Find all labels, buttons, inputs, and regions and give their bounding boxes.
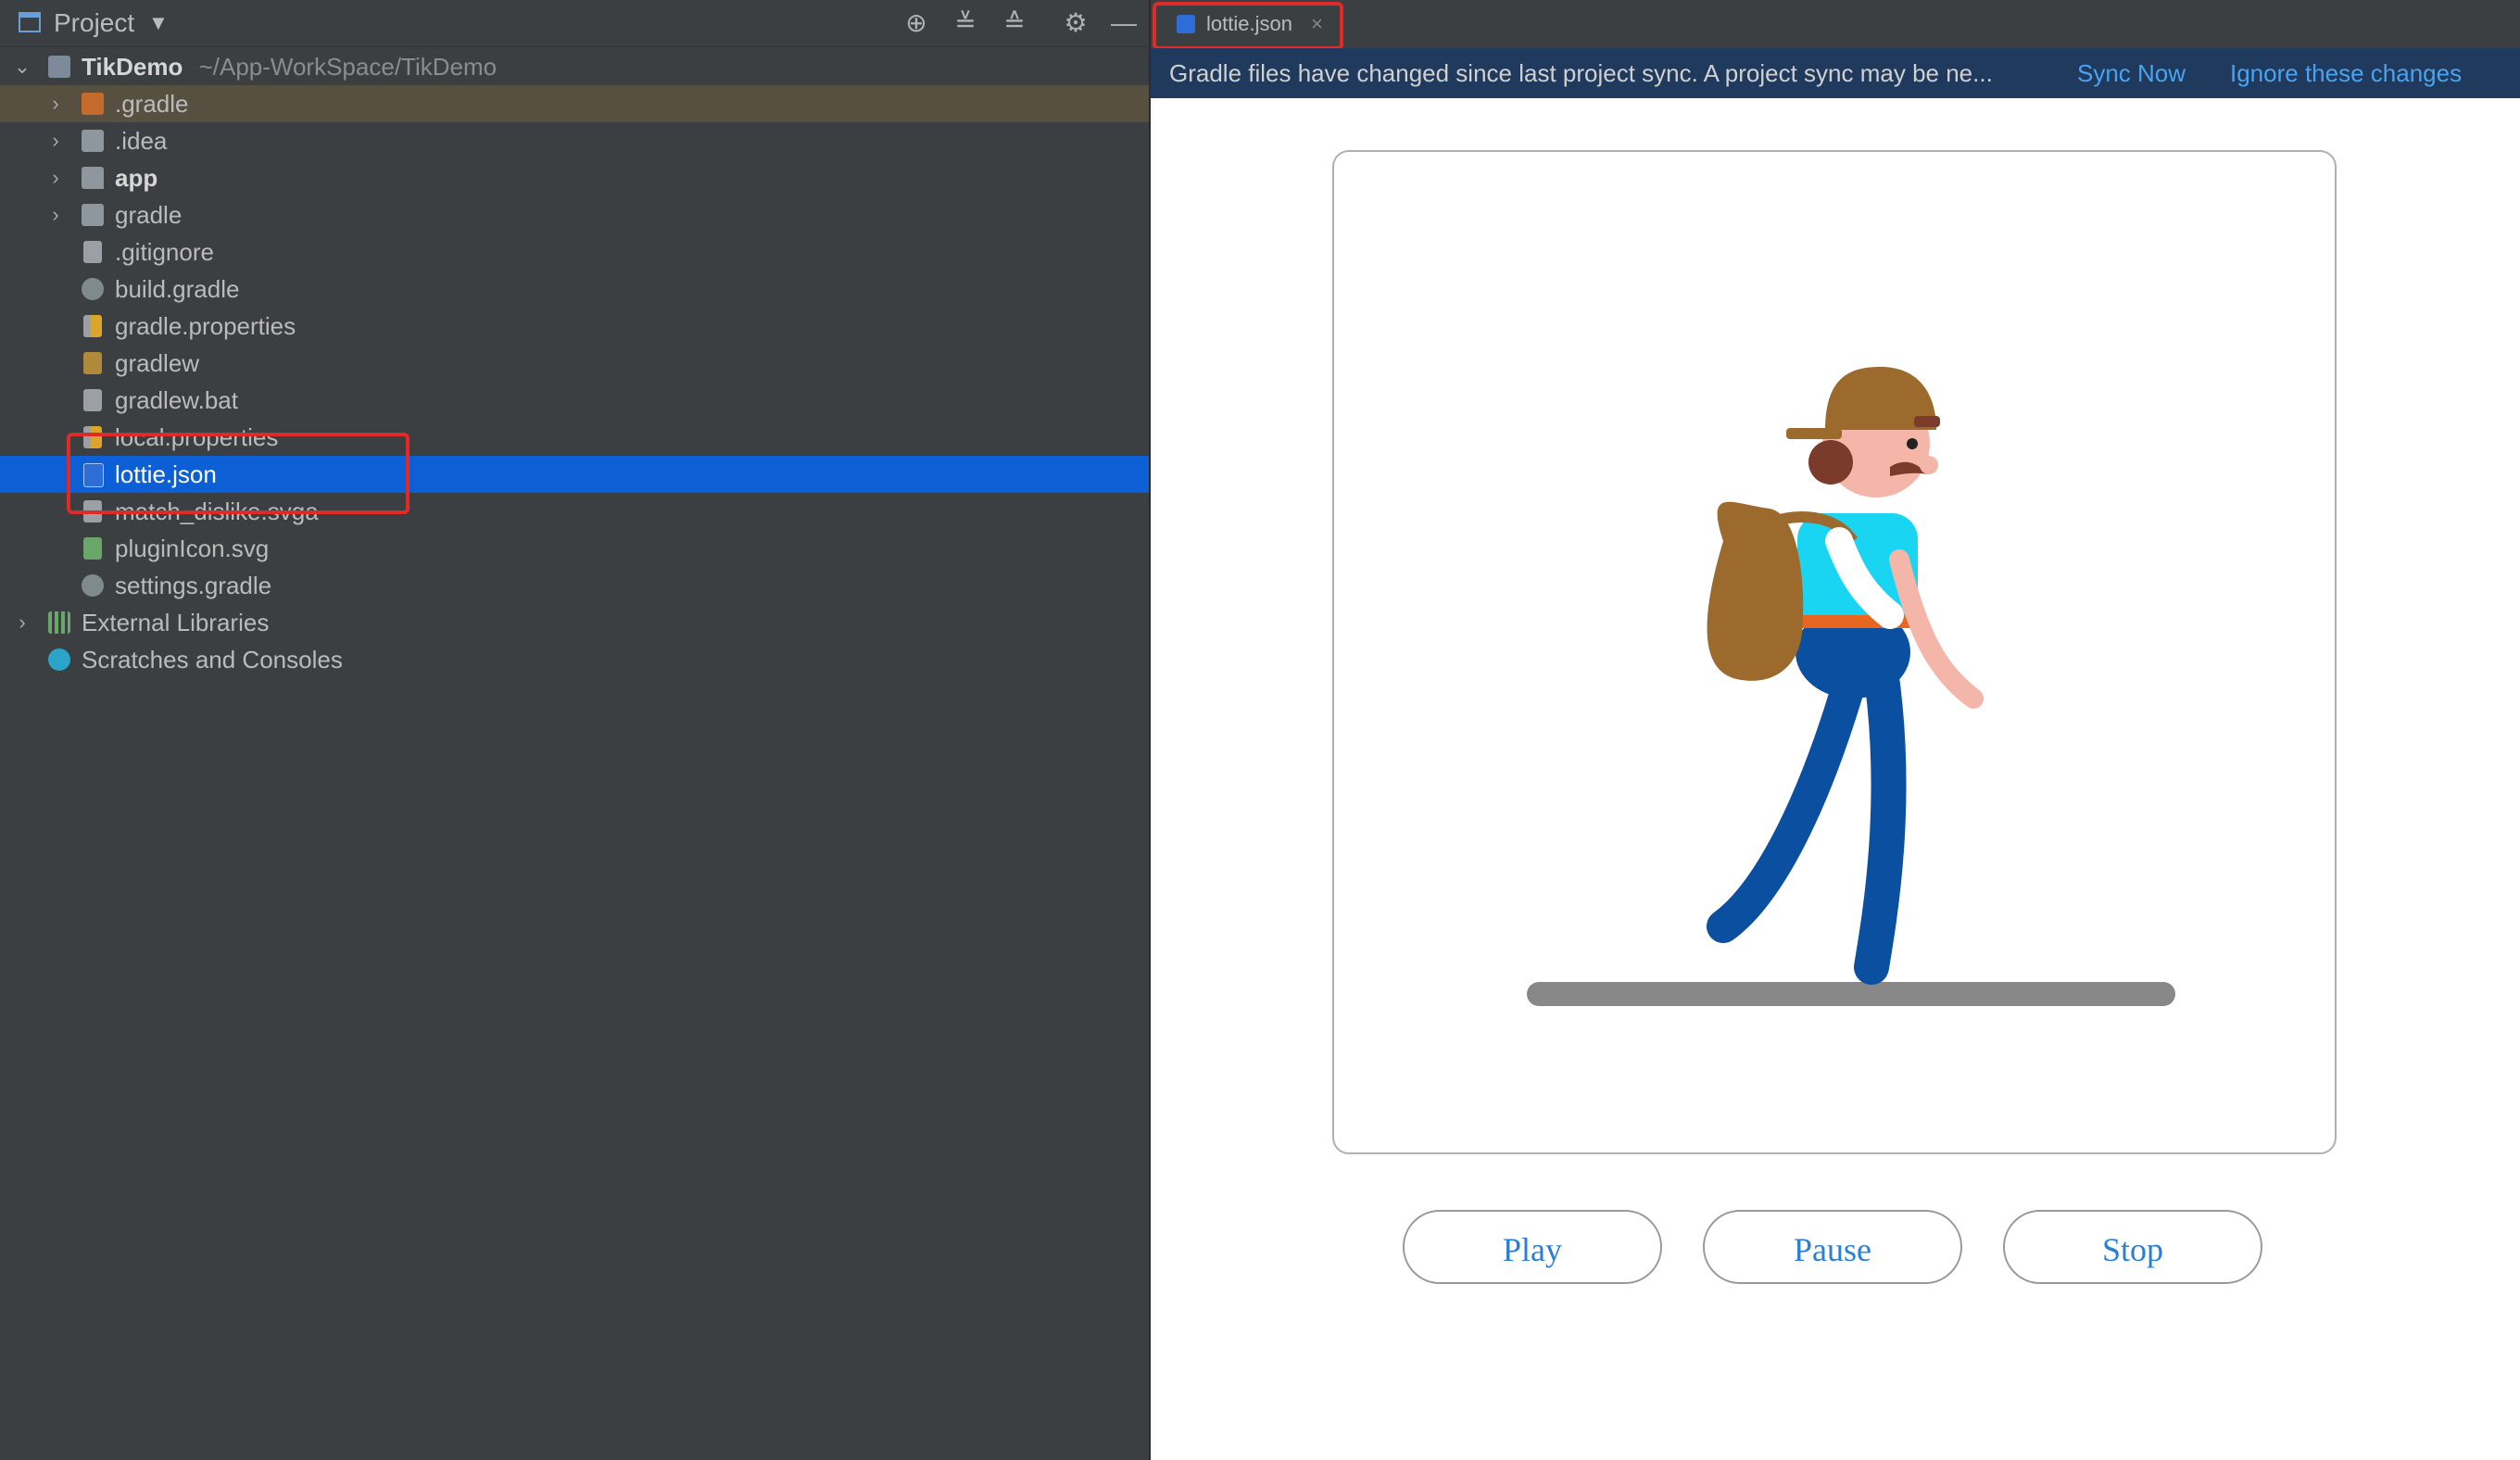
gradle-elephant-icon bbox=[82, 278, 104, 300]
highlight-box bbox=[67, 433, 410, 514]
banner-message: Gradle files have changed since last pro… bbox=[1169, 59, 1993, 87]
project-view-icon bbox=[19, 12, 41, 32]
folder-icon bbox=[82, 130, 104, 152]
tree-item-label: External Libraries bbox=[82, 609, 270, 636]
tree-item-label: gradlew.bat bbox=[115, 386, 238, 414]
expand-all-icon[interactable]: ≚ bbox=[950, 7, 981, 39]
chevron-right-icon[interactable]: › bbox=[44, 196, 67, 233]
tree-item-label: Scratches and Consoles bbox=[82, 646, 343, 673]
folder-icon bbox=[82, 93, 104, 115]
project-title[interactable]: Project bbox=[54, 8, 134, 38]
ground-shadow bbox=[1527, 982, 2175, 1006]
properties-file-icon bbox=[83, 315, 102, 337]
ignore-changes-link[interactable]: Ignore these changes bbox=[2230, 48, 2462, 98]
gradle-sync-banner: Gradle files have changed since last pro… bbox=[1151, 48, 2520, 98]
tree-item-gitignore[interactable]: .gitignore bbox=[0, 233, 1149, 271]
tree-item-gradlew-bat[interactable]: gradlew.bat bbox=[0, 382, 1149, 419]
chevron-down-icon[interactable]: ▼ bbox=[148, 11, 169, 35]
tree-item-label: build.gradle bbox=[115, 275, 240, 303]
folder-icon bbox=[82, 204, 104, 226]
tree-item-label: settings.gradle bbox=[115, 572, 272, 599]
sync-now-link[interactable]: Sync Now bbox=[2077, 48, 2186, 98]
scratches-icon bbox=[48, 648, 70, 671]
module-folder-icon bbox=[48, 56, 70, 78]
tree-item-label: gradlew bbox=[115, 349, 200, 377]
chevron-right-icon[interactable]: › bbox=[44, 159, 67, 196]
tree-item-label: gradle bbox=[115, 201, 183, 229]
libraries-icon bbox=[48, 611, 70, 634]
walking-hiker-animation bbox=[1527, 367, 2175, 1006]
editor-tab-bar: lottie.json × bbox=[1151, 0, 2520, 50]
tree-item-label: .gitignore bbox=[115, 238, 214, 266]
tree-item-gradle-dir[interactable]: › .gradle bbox=[0, 85, 1149, 122]
tree-item-settings-gradle[interactable]: settings.gradle bbox=[0, 567, 1149, 604]
minimize-icon[interactable]: — bbox=[1108, 7, 1140, 39]
tree-item-plugin-icon[interactable]: pluginIcon.svg bbox=[0, 530, 1149, 567]
tree-root[interactable]: ⌄ TikDemo ~/App-WorkSpace/TikDemo bbox=[0, 48, 1149, 85]
chevron-right-icon[interactable]: › bbox=[11, 604, 33, 641]
tree-item-gradle-properties[interactable]: gradle.properties bbox=[0, 308, 1149, 345]
nose bbox=[1920, 456, 1938, 474]
gradle-elephant-icon bbox=[82, 574, 104, 597]
tree-item-idea[interactable]: › .idea bbox=[0, 122, 1149, 159]
chevron-right-icon[interactable]: › bbox=[44, 85, 67, 122]
tree-item-build-gradle[interactable]: build.gradle bbox=[0, 271, 1149, 308]
tree-item-scratches[interactable]: Scratches and Consoles bbox=[0, 641, 1149, 678]
chevron-down-icon[interactable]: ⌄ bbox=[11, 48, 33, 85]
tree-item-app[interactable]: › app bbox=[0, 159, 1149, 196]
tree-item-label: gradle.properties bbox=[115, 312, 296, 340]
tree-item-label: .idea bbox=[115, 127, 168, 155]
hat-band bbox=[1914, 416, 1940, 427]
pause-button[interactable]: Pause bbox=[1703, 1210, 1962, 1284]
gear-icon[interactable]: ⚙ bbox=[1060, 7, 1091, 39]
highlight-box bbox=[1153, 2, 1343, 50]
root-name: TikDemo bbox=[82, 53, 183, 81]
front-arm bbox=[1889, 549, 1984, 709]
text-file-icon bbox=[83, 389, 102, 411]
gitignore-file-icon bbox=[83, 241, 102, 263]
tree-item-label: pluginIcon.svg bbox=[115, 535, 270, 562]
svg-file-icon bbox=[83, 537, 102, 560]
front-leg bbox=[1854, 653, 1907, 985]
module-folder-icon bbox=[82, 167, 104, 189]
locate-icon[interactable]: ⊕ bbox=[901, 7, 932, 39]
lottie-preview bbox=[1332, 150, 2337, 1154]
hair bbox=[1808, 440, 1853, 485]
chevron-right-icon[interactable]: › bbox=[44, 122, 67, 159]
backpack bbox=[1707, 501, 1804, 681]
play-button[interactable]: Play bbox=[1403, 1210, 1662, 1284]
executable-file-icon bbox=[83, 352, 102, 374]
stop-button[interactable]: Stop bbox=[2003, 1210, 2262, 1284]
tree-item-gradlew[interactable]: gradlew bbox=[0, 345, 1149, 382]
project-panel-header: Project ▼ ⊕ ≚ ≙ ⚙ — bbox=[0, 0, 1149, 47]
back-leg bbox=[1707, 654, 1870, 943]
tree-item-label: app bbox=[115, 164, 158, 192]
eye bbox=[1907, 438, 1918, 449]
tree-item-label: .gradle bbox=[115, 90, 189, 118]
collapse-all-icon[interactable]: ≙ bbox=[999, 7, 1030, 39]
root-path: ~/App-WorkSpace/TikDemo bbox=[198, 53, 498, 81]
editor-panel: lottie.json × Gradle files have changed … bbox=[1151, 0, 2520, 1460]
tree-item-gradle[interactable]: › gradle bbox=[0, 196, 1149, 233]
project-panel: Project ▼ ⊕ ≚ ≙ ⚙ — ⌄ TikDemo ~/App-Work… bbox=[0, 0, 1151, 1460]
tree-item-external-libraries[interactable]: › External Libraries bbox=[0, 604, 1149, 641]
hat-brim bbox=[1786, 428, 1842, 439]
